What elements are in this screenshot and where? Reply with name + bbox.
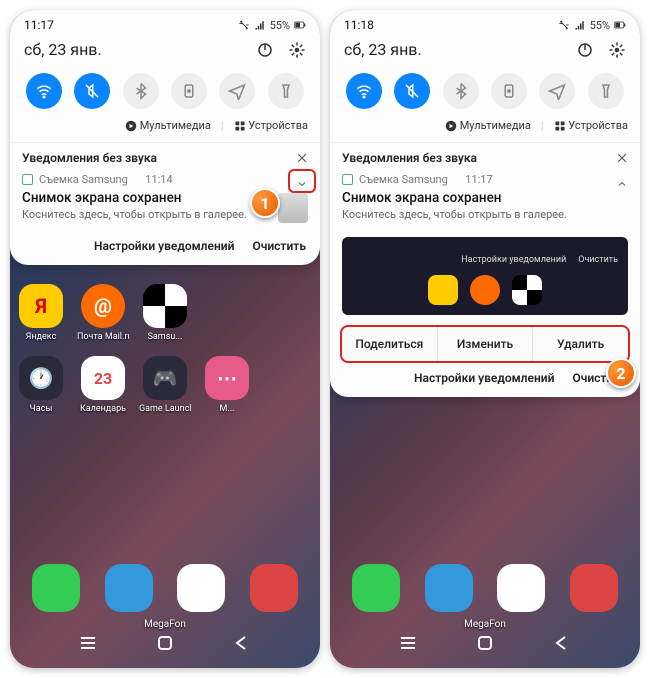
phone-left: ЯЯндекс @Почта Mail.ru Samsu... 🕐Часы 23… — [10, 10, 320, 668]
qs-airplane[interactable] — [219, 73, 255, 109]
qs-flashlight[interactable] — [268, 73, 304, 109]
power-icon[interactable] — [576, 41, 594, 59]
qs-flashlight[interactable] — [588, 73, 624, 109]
qs-wifi[interactable] — [26, 73, 62, 109]
notification-actions: Поделиться Изменить Удалить — [340, 325, 630, 363]
mini-settings: Настройки уведомлений — [461, 255, 566, 265]
dock-camera[interactable] — [570, 564, 618, 612]
app-yandex[interactable]: ЯЯндекс — [15, 284, 67, 342]
notification-card[interactable]: Съемка Samsung 11:17 Снимок экрана сохра… — [330, 171, 640, 231]
navbar — [10, 624, 320, 662]
app-badge-icon — [22, 174, 33, 185]
battery-icon — [614, 19, 626, 31]
clear-button[interactable]: Очистить — [252, 239, 306, 253]
close-icon[interactable] — [616, 152, 628, 164]
dock-messages[interactable] — [425, 564, 473, 612]
app-badge-icon — [342, 174, 353, 185]
notif-title: Снимок экрана сохранен — [342, 190, 628, 206]
qs-rotate[interactable] — [491, 73, 527, 109]
qs-sound[interactable] — [74, 73, 110, 109]
expand-chevron[interactable] — [296, 175, 308, 194]
silent-header: Уведомления без звука — [342, 151, 477, 165]
signal-icon — [574, 19, 586, 31]
edit-button[interactable]: Изменить — [438, 327, 534, 361]
mini-clear: Очистить — [578, 255, 618, 265]
close-icon[interactable] — [296, 152, 308, 164]
media-button[interactable]: Мультимедиа — [445, 119, 531, 132]
qs-wifi[interactable] — [346, 73, 382, 109]
home-icon[interactable] — [476, 634, 494, 652]
qs-bluetooth[interactable] — [123, 73, 159, 109]
app-mailru[interactable]: @Почта Mail.ru — [77, 284, 129, 342]
back-icon[interactable] — [553, 634, 571, 652]
qs-airplane[interactable] — [539, 73, 575, 109]
gear-icon[interactable] — [608, 41, 626, 59]
dock-browser[interactable] — [497, 564, 545, 612]
vibrate-icon — [238, 19, 250, 31]
media-button[interactable]: Мультимедиа — [125, 119, 211, 132]
recent-icon[interactable] — [79, 634, 97, 652]
status-time: 11:18 — [344, 18, 374, 32]
panel-date: сб, 23 янв. — [24, 40, 102, 59]
notification-panel: 11:17 55% сб, 23 янв. Мультимедиа — [10, 10, 320, 265]
preview-icon-yandex — [428, 275, 458, 305]
qs-bluetooth[interactable] — [443, 73, 479, 109]
dock-phone[interactable] — [352, 564, 400, 612]
notif-settings-button[interactable]: Настройки уведомлений — [94, 239, 234, 253]
qs-sound[interactable] — [394, 73, 430, 109]
battery-icon — [294, 19, 306, 31]
dock-browser[interactable] — [177, 564, 225, 612]
silent-header: Уведомления без звука — [22, 151, 157, 165]
app-calendar[interactable]: 23Календарь — [77, 356, 129, 414]
devices-button[interactable]: Устройства — [554, 119, 628, 132]
notif-settings-button[interactable]: Настройки уведомлений — [414, 371, 554, 385]
power-icon[interactable] — [256, 41, 274, 59]
quick-settings — [10, 69, 320, 117]
status-icons: 55% — [238, 19, 306, 32]
panel-date: сб, 23 янв. — [344, 40, 422, 59]
notif-thumbnail[interactable] — [278, 193, 308, 223]
back-icon[interactable] — [233, 634, 251, 652]
qs-rotate[interactable] — [171, 73, 207, 109]
callout-badge-2: 2 — [606, 358, 636, 388]
delete-button[interactable]: Удалить — [533, 327, 628, 361]
callout-badge-1: 1 — [250, 188, 280, 218]
app-game[interactable]: 🎮Game Launcher — [139, 356, 191, 414]
app-clock[interactable]: 🕐Часы — [15, 356, 67, 414]
status-time: 11:17 — [24, 18, 54, 32]
home-icon[interactable] — [156, 634, 174, 652]
collapse-chevron[interactable] — [616, 175, 628, 194]
recent-icon[interactable] — [399, 634, 417, 652]
notification-panel: 11:18 55% сб, 23 янв. Мультимедиа — [330, 10, 640, 397]
app-samsung[interactable]: Samsu... — [139, 284, 191, 342]
phone-right: MegaFon 11:18 55% сб, 23 янв. — [330, 10, 640, 668]
signal-icon — [254, 19, 266, 31]
preview-icon-samsung — [512, 275, 542, 305]
share-button[interactable]: Поделиться — [342, 327, 438, 361]
screenshot-preview[interactable]: Настройки уведомлений Очистить — [342, 237, 628, 315]
dock-messages[interactable] — [105, 564, 153, 612]
devices-button[interactable]: Устройства — [234, 119, 308, 132]
gear-icon[interactable] — [288, 41, 306, 59]
app-more[interactable]: ⋯M... — [201, 356, 253, 414]
preview-icon-mailru — [470, 275, 500, 305]
dock-phone[interactable] — [32, 564, 80, 612]
notif-subtitle: Коснитесь здесь, чтобы открыть в галерее… — [342, 208, 628, 221]
status-icons: 55% — [558, 19, 626, 32]
dock-camera[interactable] — [250, 564, 298, 612]
vibrate-icon — [558, 19, 570, 31]
